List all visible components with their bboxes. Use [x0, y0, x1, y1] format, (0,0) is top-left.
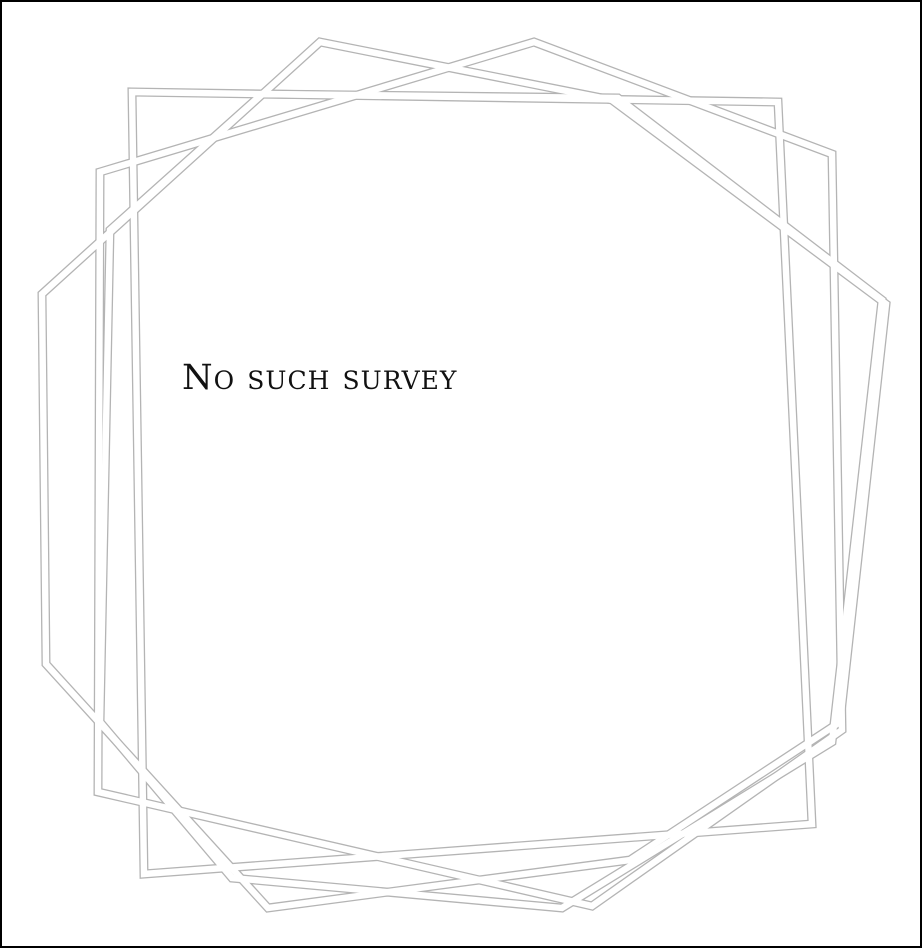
page: No such survey	[0, 0, 922, 948]
frame-square-2	[93, 37, 847, 911]
frame-square-2-inner	[94, 38, 846, 910]
not-found-message: No such survey	[182, 358, 458, 398]
frame-square-1-inner	[128, 88, 816, 878]
frame-square-1	[127, 87, 817, 879]
geometric-frame-ornament-icon	[37, 37, 891, 913]
